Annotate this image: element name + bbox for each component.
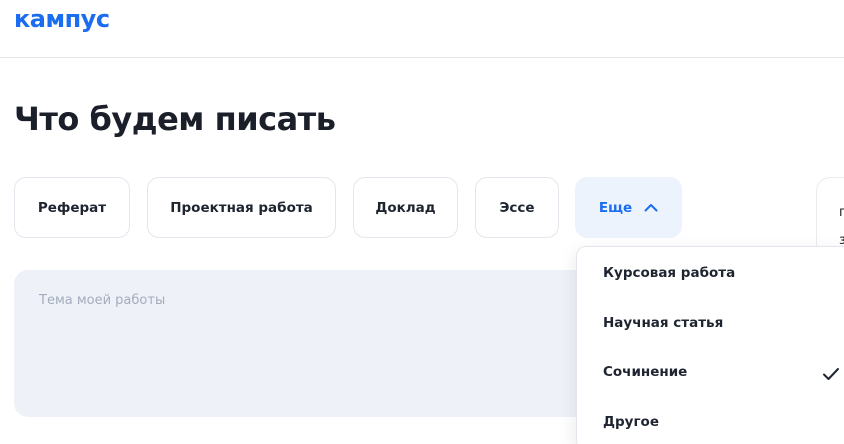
dropdown-item-scientific-article[interactable]: Научная статья <box>603 315 844 331</box>
more-types-label: Еще <box>598 199 633 216</box>
type-chip-referat[interactable]: Реферат <box>14 177 130 238</box>
topic-placeholder: Тема моей работы <box>39 293 166 308</box>
type-chip-project[interactable]: Проектная работа <box>147 177 336 238</box>
side-card-text: п <box>839 205 844 220</box>
logo[interactable]: кампус <box>14 5 110 33</box>
topic-input[interactable]: Тема моей работы <box>14 270 614 417</box>
dropdown-item-composition[interactable]: Сочинение <box>603 364 844 380</box>
more-types-button[interactable]: Еще <box>575 177 682 238</box>
check-icon <box>822 366 840 385</box>
type-chip-label: Эссе <box>499 199 535 216</box>
page-title: Что будем писать <box>14 100 336 138</box>
dropdown-item-coursework[interactable]: Курсовая работа <box>603 265 844 281</box>
type-chip-esse[interactable]: Эссе <box>475 177 559 238</box>
type-chip-doklad[interactable]: Доклад <box>353 177 458 238</box>
chevron-up-icon <box>644 203 658 212</box>
dropdown-item-other[interactable]: Другое <box>603 414 844 430</box>
more-types-dropdown: Курсовая работа Научная статья Сочинение… <box>576 246 844 444</box>
top-bar: кампус <box>0 0 844 58</box>
side-card: п з <box>816 177 844 257</box>
type-chip-label: Реферат <box>37 199 107 216</box>
type-chip-label: Проектная работа <box>170 199 313 216</box>
type-chip-label: Доклад <box>375 199 436 216</box>
